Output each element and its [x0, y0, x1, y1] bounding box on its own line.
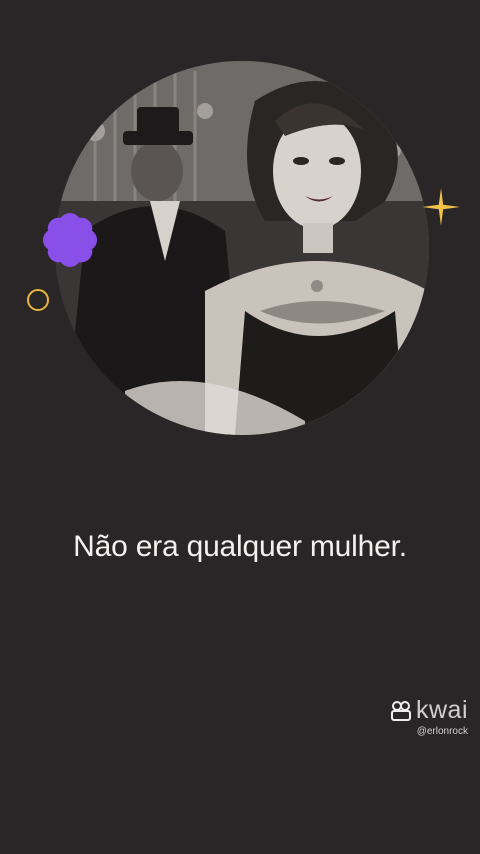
circular-portrait-photo	[55, 61, 429, 435]
purple-flower-decoration	[43, 213, 97, 267]
video-frame: Não era qualquer mulher. kwai @erlonrock	[0, 0, 480, 854]
kwai-brand-text: kwai	[415, 696, 468, 724]
yellow-ring-decoration	[27, 289, 49, 311]
sparkle-icon	[422, 188, 460, 226]
subtitle-caption: Não era qualquer mulher.	[73, 530, 407, 563]
creator-handle: @erlonrock	[416, 726, 468, 737]
portrait-illustration	[55, 61, 429, 435]
kwai-logo-icon	[390, 700, 411, 721]
kwai-watermark: kwai @erlonrock	[390, 696, 468, 737]
